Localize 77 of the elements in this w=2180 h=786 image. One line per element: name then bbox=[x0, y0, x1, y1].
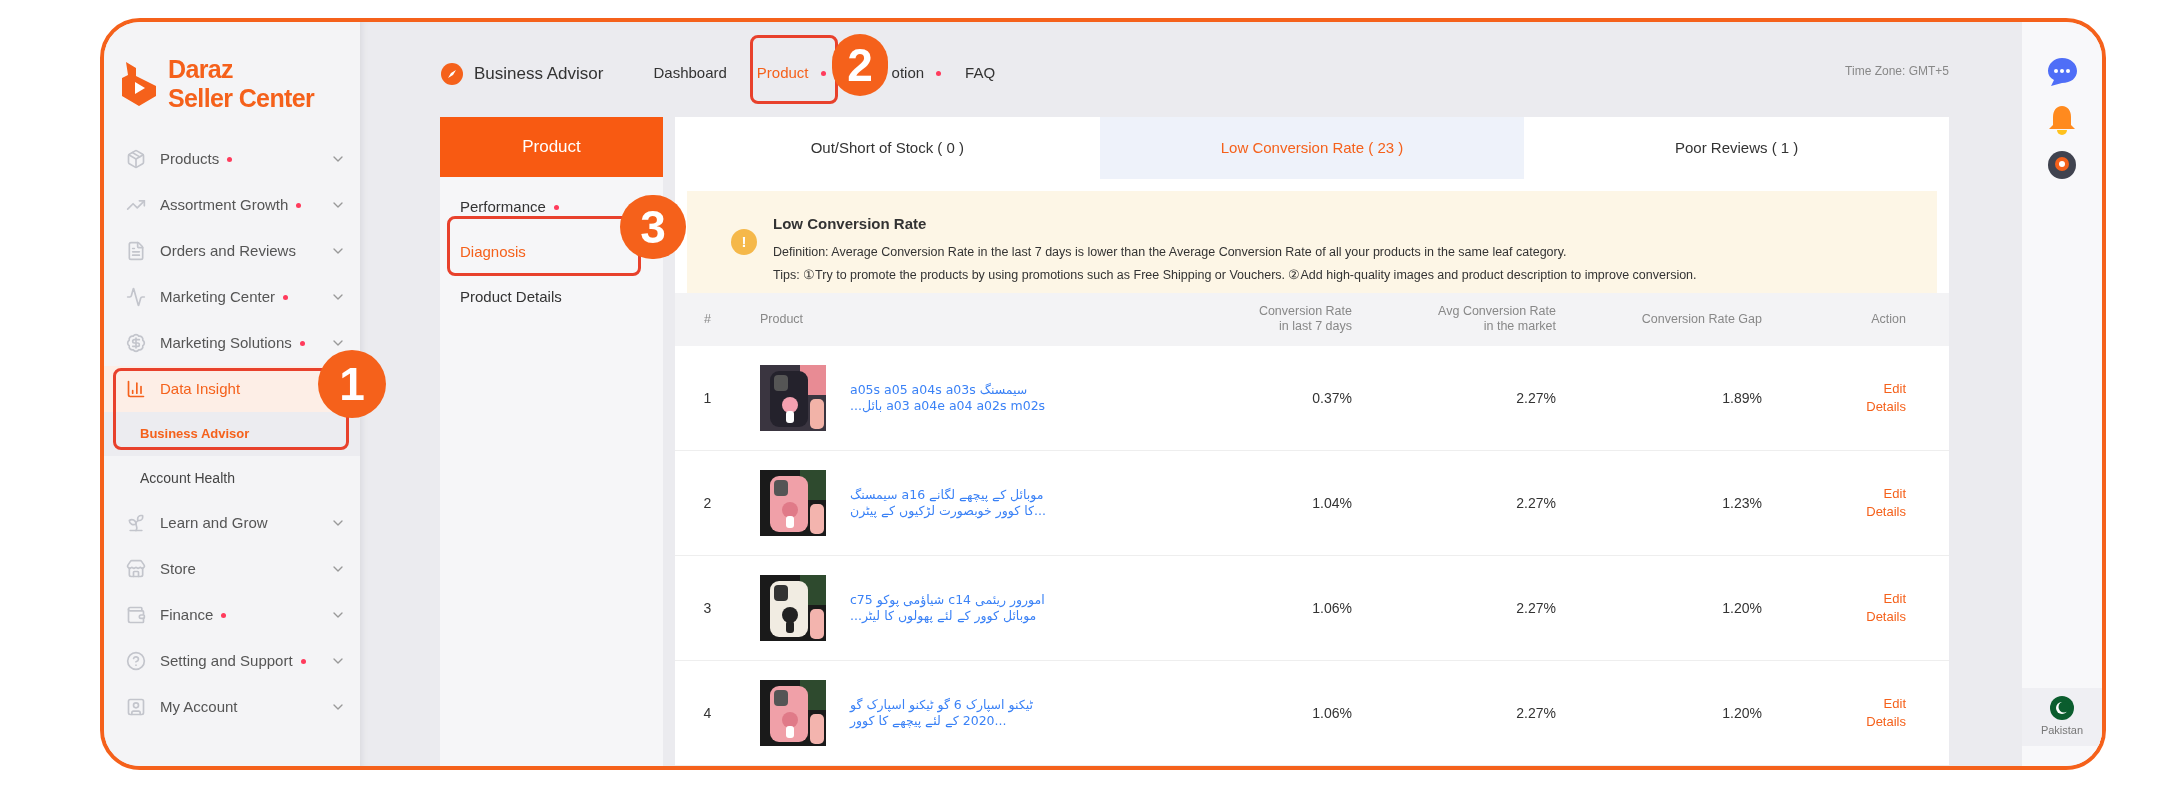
menu-icon bbox=[126, 651, 146, 671]
menu-label: Finance bbox=[160, 604, 214, 625]
menu-icon bbox=[126, 697, 146, 717]
table-cell-text: 1.06% bbox=[1311, 598, 1352, 618]
menu-label: Data Insight bbox=[160, 378, 241, 399]
table-cell-text: 1.06% bbox=[1311, 703, 1352, 723]
table-cell-text: 2.27% bbox=[1515, 388, 1556, 408]
sidebar-item[interactable]: Products bbox=[104, 136, 360, 182]
product-link[interactable]: سیمسنگ a05s a05 a04s a03s a03 a04e a04 a02s m02s بائل... bbox=[850, 382, 1046, 414]
sidebar-item[interactable]: Learn and Grow bbox=[104, 500, 360, 546]
flag-icon bbox=[2050, 695, 2074, 720]
menu-label: Learn and Grow bbox=[160, 512, 268, 533]
chat-icon[interactable] bbox=[2045, 56, 2079, 88]
row-number: 2 bbox=[702, 493, 713, 513]
sidebar-item[interactable]: Store bbox=[104, 546, 360, 592]
menu-label: Assortment Growth bbox=[160, 194, 289, 215]
table-cell-text: 1.20% bbox=[1721, 703, 1762, 723]
nav-link[interactable]: otion bbox=[891, 62, 925, 85]
table-cell-text: 1.20% bbox=[1721, 598, 1762, 618]
sidebar-item[interactable]: Orders and Reviews bbox=[104, 228, 360, 274]
app-title: Business Advisor bbox=[474, 62, 604, 85]
timezone-label: Time Zone: GMT+5 bbox=[1845, 62, 1949, 80]
menu-label: Setting and Support bbox=[160, 650, 293, 671]
logo-icon bbox=[122, 62, 156, 106]
compass-icon bbox=[440, 61, 464, 86]
notice-definition: Definition: Average Conversion Rate in the last 7 days is lower than the Average Conversion Rate of all your products in the same leaf category. bbox=[773, 244, 1568, 262]
table-cell-text: 0.37% bbox=[1311, 388, 1352, 408]
notice-tips: Tips: ①Try to promote the products by using promotions such as Free Shipping or Vouchers. ②Add high-quality images and product description to improve conversion. bbox=[773, 267, 1697, 285]
menu-icon bbox=[126, 559, 146, 579]
sidebar-subitem[interactable]: Account Health bbox=[104, 456, 360, 500]
country-selector[interactable]: Pakistan bbox=[2022, 687, 2102, 746]
column-header: Conversion Rate in last 7 days bbox=[1257, 304, 1352, 335]
column-header: # bbox=[703, 311, 712, 327]
menu-label: My Account bbox=[160, 696, 238, 717]
menu-icon bbox=[126, 241, 146, 261]
sidebar-item[interactable]: Setting and Support bbox=[104, 638, 360, 684]
column-header: Conversion Rate Gap bbox=[1640, 311, 1762, 327]
table-cell-text: 2.27% bbox=[1515, 493, 1556, 513]
table-cell-text: 2.27% bbox=[1515, 703, 1556, 723]
nav-link[interactable]: Dashboard bbox=[653, 62, 727, 85]
row-number: 4 bbox=[702, 703, 713, 723]
menu-label: Store bbox=[160, 558, 196, 579]
sidebar-item[interactable]: My Account bbox=[104, 684, 360, 730]
column-header: Avg Conversion Rate in the market bbox=[1437, 304, 1556, 335]
subnav-item[interactable]: Product Details bbox=[460, 286, 562, 309]
subnav-item[interactable]: Performance bbox=[460, 196, 546, 219]
menu-icon bbox=[126, 513, 146, 533]
column-header: Product bbox=[759, 311, 805, 327]
product-link[interactable]: c75 شیاؤمی پوکو cامورور ریئمی 14 ...موبائل کوور کے لئے پھولوں کا لیٹر bbox=[850, 592, 1045, 624]
menu-icon bbox=[126, 379, 146, 399]
menu-icon bbox=[126, 333, 146, 353]
product-link[interactable]: ٹیکنو اسپارک 6 گو ٹیکنو اسپارک گو ...2020 کے لئے پیچھے کا کوور bbox=[850, 697, 1033, 729]
menu-icon bbox=[126, 149, 146, 169]
nav-link[interactable]: FAQ bbox=[965, 62, 996, 85]
table-cell-text: 1.23% bbox=[1721, 493, 1762, 513]
column-header: Action bbox=[1870, 311, 1906, 327]
menu-icon bbox=[126, 605, 146, 625]
table-cell-text: 1.04% bbox=[1311, 493, 1352, 513]
sidebar-item[interactable]: Finance bbox=[104, 592, 360, 638]
menu-label: Products bbox=[160, 148, 220, 169]
menu-label: Marketing Solutions bbox=[160, 332, 292, 353]
sidebar-item[interactable]: Marketing Center bbox=[104, 274, 360, 320]
bell-icon[interactable] bbox=[2047, 104, 2077, 136]
subnav-header: Product bbox=[440, 117, 663, 177]
product-link[interactable]: موبائل کے پیچھے لگانے a16 سیمسنگ ...کا کوور خوبصورت لڑکیوں کے پیٹرن bbox=[850, 487, 1046, 519]
table-cell-text: 1.89% bbox=[1721, 388, 1762, 408]
menu-label: Orders and Reviews bbox=[160, 240, 296, 261]
row-number: 1 bbox=[702, 388, 713, 408]
menu-label: Marketing Center bbox=[160, 286, 276, 307]
notice-title: Low Conversion Rate bbox=[773, 213, 928, 234]
logo-text: Daraz Seller Center bbox=[168, 55, 315, 113]
table-cell-text: 2.27% bbox=[1515, 598, 1556, 618]
support-icon[interactable] bbox=[2047, 150, 2077, 180]
warning-icon: ! bbox=[731, 228, 757, 255]
row-number: 3 bbox=[702, 598, 713, 618]
menu-icon bbox=[126, 287, 146, 307]
sidebar-item[interactable]: Assortment Growth bbox=[104, 182, 360, 228]
